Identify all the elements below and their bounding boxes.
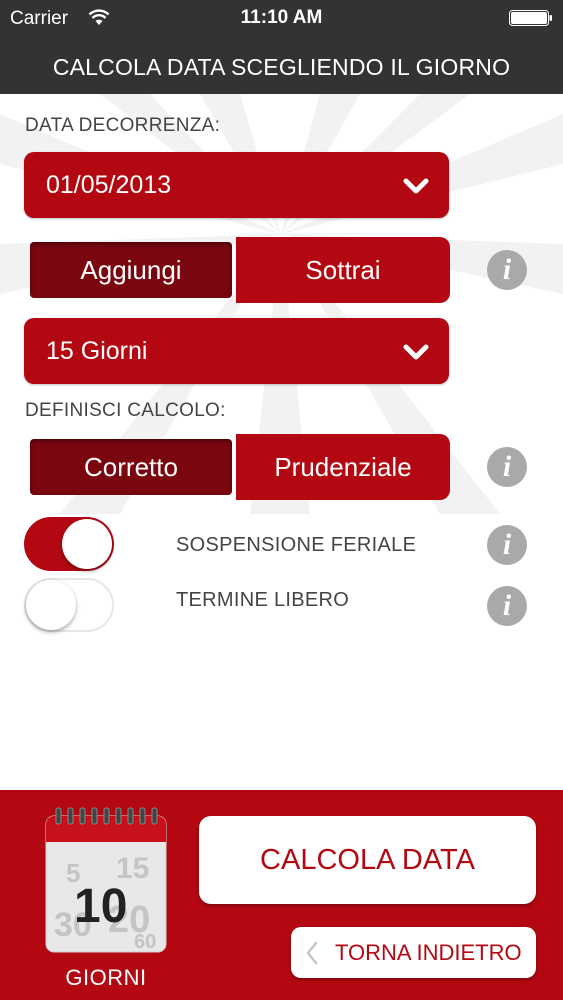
segment-prudenziale[interactable]: Prudenziale: [236, 434, 450, 500]
status-bar: Carrier 11:10 AM: [0, 0, 563, 36]
operation-segmented-control: Aggiungi Sottrai: [30, 237, 450, 303]
toggle-knob: [26, 580, 76, 630]
days-dropdown[interactable]: 15 Giorni: [24, 318, 449, 384]
toggle-termine-libero[interactable]: [24, 578, 114, 632]
chevron-down-icon: [403, 344, 429, 360]
torna-indietro-button[interactable]: TORNA INDIETRO: [291, 927, 536, 978]
info-icon[interactable]: i: [487, 525, 527, 565]
date-value: 01/05/2013: [46, 171, 172, 199]
chevron-down-icon: [403, 178, 429, 194]
nav-bar: CALCOLA DATA SCEGLIENDO IL GIORNO: [0, 36, 563, 94]
info-icon[interactable]: i: [487, 447, 527, 487]
status-time: 11:10 AM: [240, 7, 323, 28]
footer-bar: 5 15 30 20 60 10 GIORNI CALCOLA DATA TOR…: [0, 790, 563, 1000]
page-title: CALCOLA DATA SCEGLIENDO IL GIORNO: [52, 54, 511, 80]
toggle-knob: [62, 519, 112, 569]
calendar-big-number: 10: [74, 880, 127, 933]
toggle-label-sospensione-feriale: SOSPENSIONE FERIALE: [176, 534, 417, 556]
segment-corretto[interactable]: Corretto: [30, 439, 232, 495]
calc-section-label: DEFINISCI CALCOLO:: [25, 400, 226, 421]
info-icon[interactable]: i: [487, 586, 527, 626]
battery-icon: [509, 10, 552, 26]
toggle-sospensione-feriale[interactable]: [24, 517, 114, 571]
segment-aggiungi[interactable]: Aggiungi: [30, 242, 232, 298]
segment-sottrai[interactable]: Sottrai: [236, 237, 450, 303]
toggle-label-termine-libero: TERMINE LIBERO: [176, 589, 350, 611]
date-dropdown[interactable]: 01/05/2013: [24, 152, 449, 218]
calc-segmented-control: Corretto Prudenziale: [30, 434, 450, 500]
days-value: 15 Giorni: [46, 337, 148, 365]
giorni-label: GIORNI: [65, 965, 147, 990]
date-section-label: DATA DECORRENZA:: [25, 115, 221, 136]
calendar-icon: 5 15 30 20 60 10: [45, 807, 167, 953]
calcola-data-button[interactable]: CALCOLA DATA: [199, 816, 536, 904]
torna-indietro-label: TORNA INDIETRO: [335, 940, 522, 965]
chevron-left-icon: [306, 941, 318, 965]
info-icon[interactable]: i: [487, 250, 527, 290]
calendar-bg-number: 60: [134, 931, 156, 953]
